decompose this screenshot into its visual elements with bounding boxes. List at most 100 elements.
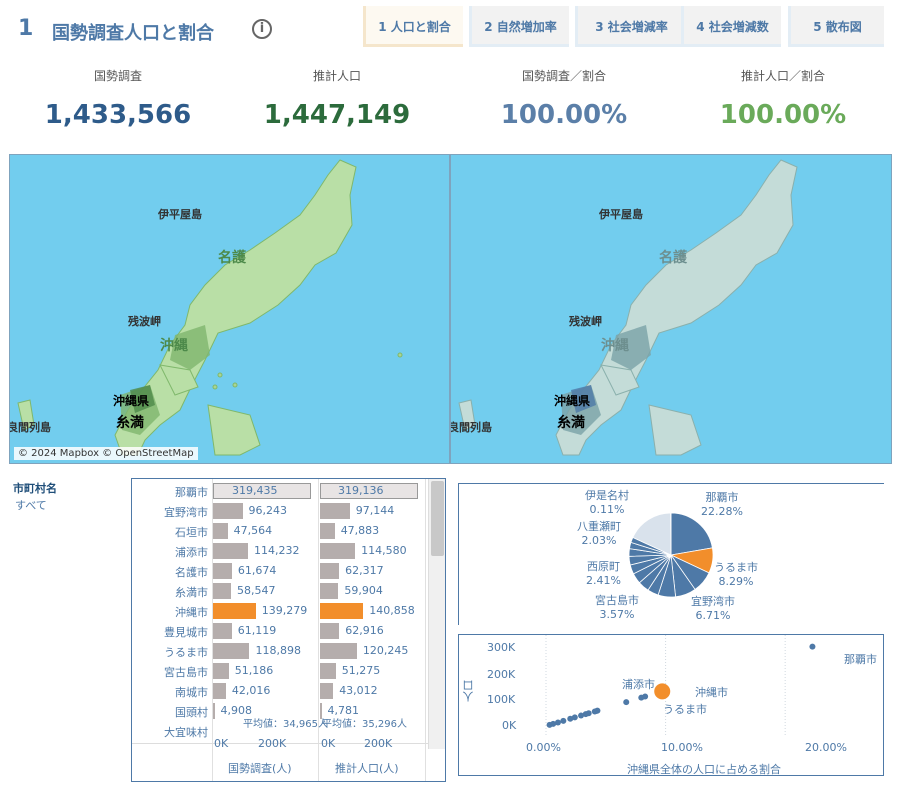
kpi-census-ratio-value: 100.00% xyxy=(500,100,628,130)
bar-row[interactable]: 糸満市 58,547 59,904 xyxy=(132,581,430,601)
kpi-estimate-value: 1,447,149 xyxy=(263,100,411,130)
estimate-bar[interactable] xyxy=(320,643,357,659)
map-label-itoman: 糸満 xyxy=(557,415,585,431)
population-bar-chart[interactable]: 那覇市 319,435 319,136 宜野湾市 96,243 97,144 石垣市 47,5… xyxy=(131,478,446,782)
census-bar[interactable] xyxy=(213,683,226,699)
bar-scrollbar[interactable] xyxy=(428,479,445,749)
bar-row[interactable]: 石垣市 47,564 47,883 xyxy=(132,521,430,541)
estimate-bar-value: 62,317 xyxy=(345,564,384,577)
census-bar-value: 118,898 xyxy=(255,644,301,657)
estimate-bar[interactable] xyxy=(320,563,340,579)
y-axis-title: 人口 xyxy=(462,680,475,702)
scatter-point[interactable] xyxy=(560,717,567,724)
tick-b-0: 0K xyxy=(321,737,336,750)
pie-label-name: 西原町 xyxy=(586,560,620,573)
pie-label-pct: 22.28% xyxy=(701,505,743,518)
ratio-map[interactable]: 伊平屋島 名護 残波岬 沖縄 沖縄県 糸満 慶良間列島 xyxy=(450,154,892,464)
municipality-filter-value[interactable]: すべて xyxy=(15,497,47,513)
bar-row-name: うるま市 xyxy=(164,646,208,659)
scatter-chart-panel[interactable]: 300K 200K 100K 0K 0.00% 10.00% 20.00% 人口… xyxy=(458,634,884,776)
census-bar[interactable] xyxy=(213,623,232,639)
census-bar[interactable] xyxy=(213,563,232,579)
estimate-bar[interactable] xyxy=(320,663,336,679)
census-bar-value: 58,547 xyxy=(236,584,276,597)
census-bar[interactable] xyxy=(213,543,249,559)
scatter-point[interactable] xyxy=(638,694,645,701)
kpi-estimate-ratio-value: 100.00% xyxy=(719,100,847,130)
scatter-point[interactable] xyxy=(654,683,671,700)
census-bar[interactable] xyxy=(213,703,215,719)
bar-row-name: 国頭村 xyxy=(175,706,208,719)
bar-row-name: 豊見城市 xyxy=(164,626,208,639)
census-bar[interactable] xyxy=(213,503,243,519)
info-icon[interactable]: i xyxy=(252,19,272,39)
tab-natural-increase[interactable]: 2 自然増加率 xyxy=(469,6,569,47)
scatter-point[interactable] xyxy=(567,715,574,722)
pie-chart-panel[interactable]: 伊是名村 0.11% 那覇市 22.28% 八重瀬町 2.03% 西原町 2.41% う… xyxy=(458,483,884,625)
census-bar-value: 96,243 xyxy=(248,504,288,517)
x-tick-10: 10.00% xyxy=(661,741,703,754)
map-label-kerama: 慶良間列島 xyxy=(10,421,51,434)
pie-label-uruma: うるま市 8.29% xyxy=(714,561,758,589)
x-tick-0: 0.00% xyxy=(526,741,561,754)
census-bar[interactable] xyxy=(213,663,229,679)
pie-label-pct: 2.03% xyxy=(581,534,617,547)
pie-label-name: 八重瀬町 xyxy=(577,520,621,533)
scatter-point[interactable] xyxy=(578,712,585,719)
estimate-bar[interactable] xyxy=(320,503,350,519)
census-bar[interactable] xyxy=(213,643,250,659)
census-bar-value: 42,016 xyxy=(231,684,271,697)
kpi-census-label: 国勢調査 xyxy=(93,69,142,83)
point-label-okinawa: 沖縄市 xyxy=(695,686,728,699)
point-label-naha: 那覇市 xyxy=(844,653,877,666)
avg-census-label: 平均値：34,965人 xyxy=(243,719,328,730)
estimate-bar-value: 47,883 xyxy=(340,524,380,537)
map-label-itoman: 糸満 xyxy=(116,415,144,431)
bar-row[interactable]: 宜野湾市 96,243 97,144 xyxy=(132,501,430,521)
scatter-point[interactable] xyxy=(546,721,553,728)
avg-estimate-label: 平均値：35,296人 xyxy=(322,719,407,730)
census-bar[interactable] xyxy=(213,583,231,599)
tab-population-ratio[interactable]: 1 人口と割合 xyxy=(363,6,463,47)
bar-row[interactable]: 南城市 42,016 43,012 xyxy=(132,681,430,701)
scatter-point[interactable] xyxy=(591,708,598,715)
bar-row[interactable]: 那覇市 319,435 319,136 xyxy=(132,481,430,501)
census-bar-value: 51,186 xyxy=(234,664,274,677)
map-label-zanpa: 残波岬 xyxy=(128,315,161,328)
bar-row[interactable]: うるま市 118,898 120,245 xyxy=(132,641,430,661)
bar-row[interactable]: 豊見城市 61,119 62,916 xyxy=(132,621,430,641)
scatter-point[interactable] xyxy=(809,643,816,650)
pie-label-izena: 伊是名村 0.11% xyxy=(585,489,629,517)
estimate-bar-value: 120,245 xyxy=(362,644,409,657)
pie-label-name: 伊是名村 xyxy=(585,489,629,502)
tab-social-change-rate[interactable]: 3 社会増減率 xyxy=(575,6,685,47)
bar-row[interactable]: 沖縄市 139,279 140,858 xyxy=(132,601,430,621)
bar-row[interactable]: 浦添市 114,232 114,580 xyxy=(132,541,430,561)
pie-label-pct: 8.29% xyxy=(718,575,754,588)
bar-row-name: 那覇市 xyxy=(175,486,208,499)
map-attribution[interactable]: © 2024 Mapbox © OpenStreetMap xyxy=(14,447,198,460)
bar-row[interactable]: 宮古島市 51,186 51,275 xyxy=(132,661,430,681)
estimate-bar[interactable] xyxy=(320,623,340,639)
tab-social-change-count[interactable]: 4 社会増減数 xyxy=(681,6,781,47)
estimate-bar-value: 140,858 xyxy=(369,604,415,617)
tab-scatter[interactable]: 5 散布図 xyxy=(788,6,884,47)
census-bar[interactable] xyxy=(213,523,228,539)
scatter-point[interactable] xyxy=(623,699,630,706)
estimate-bar[interactable] xyxy=(320,603,364,619)
share-pie-chart[interactable] xyxy=(459,484,885,626)
estimate-bar[interactable] xyxy=(320,523,335,539)
bar-row[interactable]: 名護市 61,674 62,317 xyxy=(132,561,430,581)
y-tick-200k: 200K xyxy=(487,668,516,681)
estimate-bar[interactable] xyxy=(320,543,356,559)
census-map[interactable]: 伊平屋島 名護 残波岬 沖縄 沖縄県 糸満 慶良間列島 © 2024 Mapbo… xyxy=(9,154,450,464)
census-bar[interactable] xyxy=(213,603,256,619)
pie-label-miyakojima: 宮古島市 3.57% xyxy=(595,594,639,622)
estimate-bar[interactable] xyxy=(320,683,334,699)
estimate-bar[interactable] xyxy=(320,583,339,599)
scroll-thumb[interactable] xyxy=(431,481,444,556)
kpi-estimate-ratio-label: 推計人口／割合 xyxy=(740,69,825,83)
bar-row-name: 宮古島市 xyxy=(164,666,208,679)
map-label-kerama: 慶良間列島 xyxy=(451,421,492,434)
estimate-bar-value: 319,136 xyxy=(338,484,384,497)
